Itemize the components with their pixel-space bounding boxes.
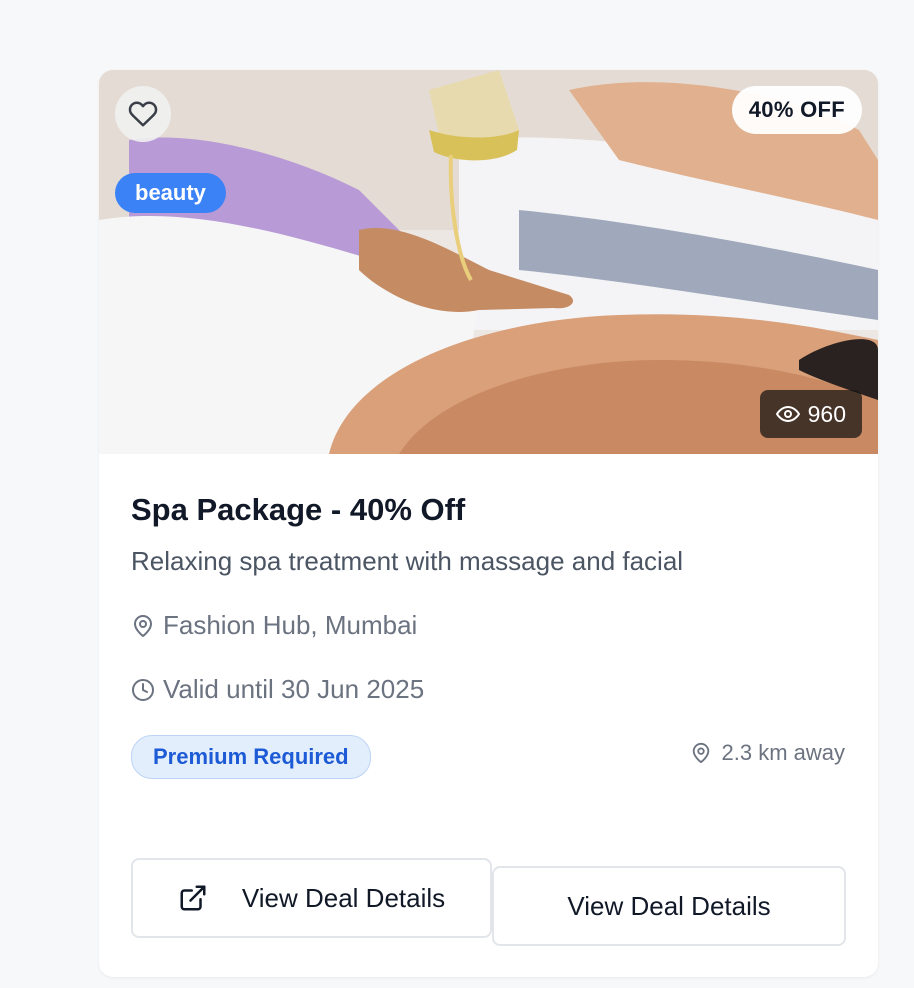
map-pin-icon	[134, 614, 152, 637]
eye-icon	[775, 406, 800, 422]
location-row: Fashion Hub, Mumbai	[131, 610, 417, 641]
view-deal-details-secondary-button[interactable]: View Deal Details	[492, 866, 846, 946]
premium-required-badge: Premium Required	[131, 735, 371, 779]
deal-title[interactable]: Spa Package - 40% Off	[131, 492, 465, 528]
deal-description: Relaxing spa treatment with massage and …	[131, 546, 684, 576]
heart-icon	[128, 101, 158, 127]
validity-text: Valid until 30 Jun 2025	[163, 674, 425, 704]
category-chip[interactable]: beauty	[115, 173, 226, 213]
validity-row: Valid until 30 Jun 2025	[131, 674, 424, 705]
clock-icon	[132, 678, 154, 701]
view-deal-details-label: View Deal Details	[241, 882, 446, 913]
distance-info: 2.3 km away	[690, 740, 846, 766]
external-link-icon	[180, 885, 206, 911]
views-badge: 960	[759, 390, 862, 438]
favorite-button[interactable]	[115, 86, 171, 142]
discount-badge: 40% OFF	[731, 86, 862, 134]
map-pin-icon	[692, 742, 709, 764]
views-count: 960	[807, 400, 846, 427]
deal-image: beauty 40% OFF 960	[99, 70, 878, 454]
view-deal-details-button[interactable]: View Deal Details	[131, 858, 492, 938]
deal-card[interactable]: beauty 40% OFF 960 Spa Package - 40% Off…	[99, 70, 878, 977]
distance-text: 2.3 km away	[721, 740, 846, 765]
location-text: Fashion Hub, Mumbai	[163, 610, 418, 640]
